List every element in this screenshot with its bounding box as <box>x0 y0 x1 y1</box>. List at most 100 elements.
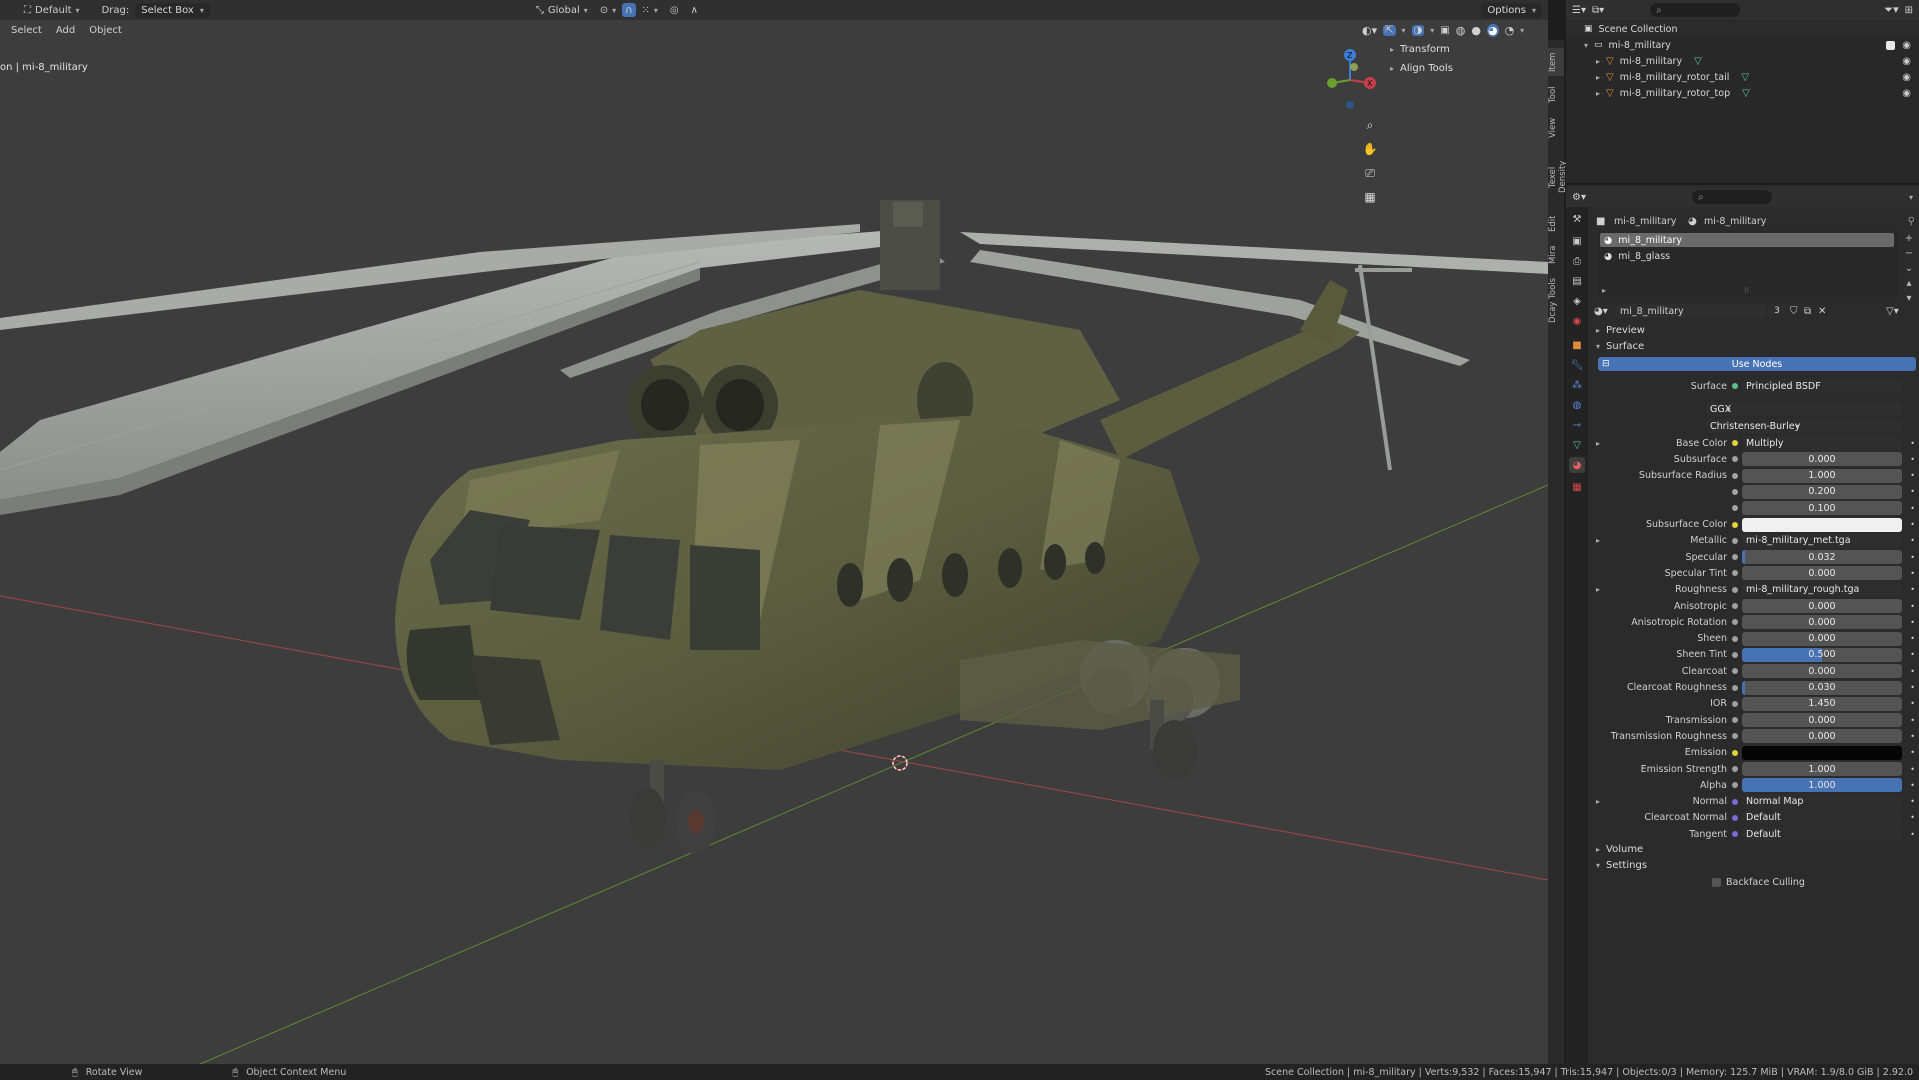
rendered-shading-icon[interactable]: ◔ <box>1505 24 1515 37</box>
linked-input-field[interactable]: Multiply <box>1742 436 1902 450</box>
slot-link-icon[interactable]: ▽▾ <box>1886 306 1899 317</box>
physics-tab-icon[interactable]: ◍ <box>1569 397 1585 413</box>
outliner-search-input[interactable]: ⌕ <box>1650 3 1741 17</box>
chevron-right-icon[interactable]: ▸ <box>1596 439 1600 448</box>
tab-edit[interactable]: Edit <box>1548 212 1564 236</box>
value-slider[interactable]: 0.500 <box>1742 647 1902 662</box>
value-slider[interactable]: 1.450 <box>1742 696 1902 711</box>
keyframe-dot-icon[interactable]: • <box>1910 602 1915 611</box>
socket-dot[interactable] <box>1732 472 1738 479</box>
socket-dot[interactable] <box>1732 635 1738 642</box>
chevron-right-icon[interactable]: ▸ <box>1596 797 1600 806</box>
keyframe-dot-icon[interactable]: • <box>1910 830 1915 839</box>
solid-shading-icon[interactable]: ● <box>1471 24 1481 37</box>
list-expand-icon[interactable]: ▸ <box>1602 286 1606 295</box>
list-item[interactable]: ◕ mi_8_military <box>1600 233 1894 247</box>
keyframe-dot-icon[interactable]: • <box>1910 667 1915 676</box>
socket-dot[interactable] <box>1732 749 1738 756</box>
keyframe-dot-icon[interactable]: • <box>1910 569 1915 578</box>
socket-dot[interactable] <box>1732 733 1738 740</box>
editor-type-icon[interactable]: ⚙▾ <box>1572 192 1586 203</box>
keyframe-dot-icon[interactable]: • <box>1910 716 1915 725</box>
value-slider[interactable]: 0.030 <box>1742 680 1902 695</box>
panel-settings[interactable]: ▾ Settings <box>1592 856 1919 874</box>
browse-material-icon[interactable]: ◕▾ <box>1594 306 1608 317</box>
socket-dot[interactable] <box>1732 766 1738 772</box>
add-slot-icon[interactable]: + <box>1902 231 1916 246</box>
value-slider[interactable]: 1.000 <box>1742 762 1902 776</box>
value-slider[interactable]: 1.000 <box>1742 778 1902 793</box>
color-swatch[interactable] <box>1742 517 1902 532</box>
keyframe-dot-icon[interactable]: • <box>1910 634 1915 643</box>
linked-input-field[interactable]: Default <box>1742 810 1902 825</box>
socket-dot[interactable] <box>1732 700 1738 707</box>
options-dropdown[interactable]: Options ▾ <box>1481 2 1542 18</box>
display-mode-icon[interactable]: ⧉▾ <box>1592 5 1604 16</box>
camera-view-icon[interactable]: ⎚ <box>1359 162 1381 184</box>
value-slider[interactable]: 0.000 <box>1742 566 1902 581</box>
socket-dot[interactable] <box>1732 488 1738 495</box>
drag-mode-dropdown[interactable]: Select Box ▾ <box>135 2 210 18</box>
socket-dot[interactable] <box>1732 668 1738 675</box>
socket-dot[interactable] <box>1732 814 1738 821</box>
socket-dot[interactable] <box>1732 537 1738 544</box>
keyframe-dot-icon[interactable]: • <box>1910 504 1915 513</box>
properties-search-input[interactable]: ⌕ <box>1691 190 1772 204</box>
tree-row-scene-collection[interactable]: ▣ Scene Collection <box>1566 21 1919 37</box>
chevron-down-icon[interactable]: ▾ <box>1520 26 1524 35</box>
backface-culling-row[interactable]: Backface Culling <box>1592 874 1919 890</box>
socket-dot[interactable] <box>1732 798 1738 805</box>
snap-target-dropdown[interactable]: ⁙ ▾ <box>636 2 664 18</box>
socket-dot[interactable] <box>1732 684 1738 691</box>
keyframe-dot-icon[interactable]: • <box>1910 781 1915 790</box>
chevron-down-icon[interactable]: ▾ <box>1909 193 1913 202</box>
value-slider[interactable]: 0.000 <box>1742 729 1902 744</box>
socket-dot[interactable] <box>1732 521 1738 528</box>
resize-handle-icon[interactable]: ⁝⁝ <box>1744 286 1749 295</box>
keyframe-dot-icon[interactable]: • <box>1910 797 1915 806</box>
subsurface-method-dropdown[interactable]: Christensen-Burley ▾ <box>1706 419 1902 433</box>
particles-tab-icon[interactable]: ⁂ <box>1569 377 1585 393</box>
include-checkbox[interactable] <box>1886 40 1895 50</box>
pivot-point-button[interactable]: ⊙ ▾ <box>594 2 622 18</box>
tree-row-object[interactable]: ▸ ▽ mi-8_military ▽ ◉ <box>1566 53 1919 69</box>
keyframe-dot-icon[interactable]: • <box>1910 455 1915 464</box>
keyframe-dot-icon[interactable]: • <box>1910 650 1915 659</box>
workspace-dropdown[interactable]: Default <box>35 5 72 16</box>
user-count[interactable]: 3 <box>1768 304 1786 318</box>
chevron-right-icon[interactable]: ▸ <box>1596 536 1600 545</box>
value-slider[interactable]: 0.000 <box>1742 615 1902 630</box>
keyframe-dot-icon[interactable]: • <box>1910 683 1915 692</box>
socket-dot[interactable] <box>1732 619 1738 626</box>
value-slider[interactable]: 0.000 <box>1742 631 1902 646</box>
3d-viewport[interactable]: ⛶ Default ▾ Drag: Select Box ▾ ⤡ Global … <box>0 0 1548 1064</box>
backface-culling-checkbox[interactable] <box>1712 877 1721 887</box>
visibility-icon[interactable]: ◐▾ <box>1362 24 1377 37</box>
xray-icon[interactable]: ▣ <box>1440 25 1449 36</box>
socket-dot[interactable] <box>1732 651 1738 658</box>
material-shading-icon[interactable]: ◕ <box>1486 23 1499 37</box>
menu-object[interactable]: Object <box>82 25 129 36</box>
data-tab-icon[interactable]: ▽ <box>1569 437 1585 453</box>
proportional-edit-button[interactable]: ◎ <box>664 2 685 18</box>
keyframe-dot-icon[interactable]: • <box>1910 765 1915 774</box>
keyframe-dot-icon[interactable]: • <box>1910 699 1915 708</box>
keyframe-dot-icon[interactable]: • <box>1910 732 1915 741</box>
remove-slot-icon[interactable]: − <box>1902 246 1916 261</box>
tree-row-object[interactable]: ▸ ▽ mi-8_military_rotor_top ▽ ◉ <box>1566 85 1919 101</box>
snap-toggle[interactable]: ∩ <box>622 3 636 17</box>
fake-user-icon[interactable]: ⛉ <box>1790 306 1798 317</box>
keyframe-dot-icon[interactable]: • <box>1910 487 1915 496</box>
editor-type-icon[interactable]: ☰▾ <box>1572 5 1586 16</box>
unlink-icon[interactable]: ✕ <box>1818 306 1826 317</box>
tab-item[interactable]: Item <box>1548 48 1564 76</box>
gizmo-toggle-icon[interactable]: ⇱ <box>1383 24 1396 36</box>
chevron-right-icon[interactable]: ▸ <box>1596 57 1600 66</box>
slot-menu-icon[interactable]: ⌄ <box>1902 261 1916 276</box>
overlay-toggle-icon[interactable]: ◑ <box>1411 24 1425 36</box>
texture-tab-icon[interactable]: ▦ <box>1569 479 1585 495</box>
zoom-icon[interactable]: ⌕ <box>1359 114 1381 136</box>
render-tab-icon[interactable]: ▣ <box>1569 233 1585 249</box>
keyframe-dot-icon[interactable]: • <box>1910 748 1915 757</box>
keyframe-dot-icon[interactable]: • <box>1910 520 1915 529</box>
